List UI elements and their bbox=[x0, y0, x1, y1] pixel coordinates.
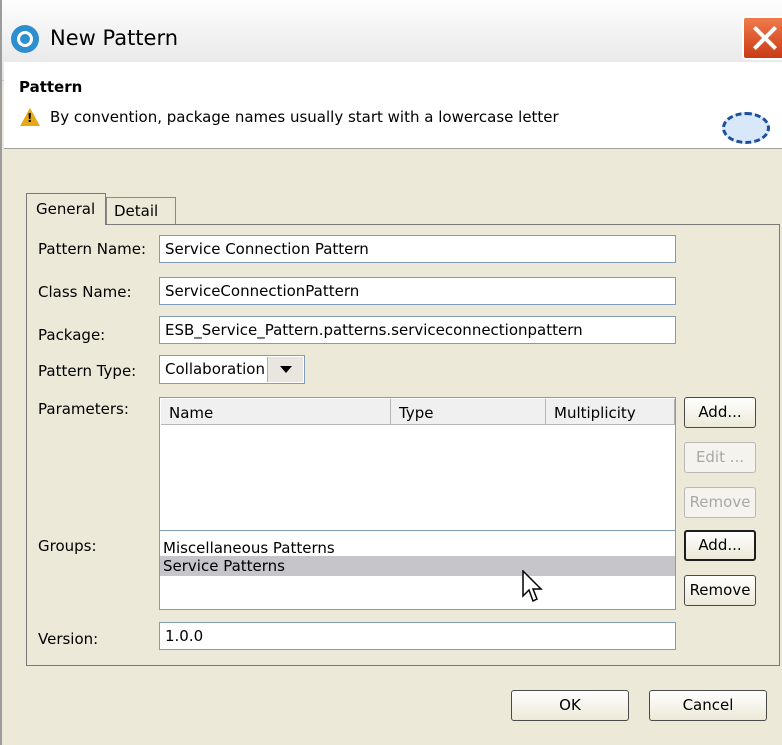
pattern-name-field[interactable]: Service Connection Pattern bbox=[159, 235, 676, 263]
params-edit-button[interactable]: Edit ... bbox=[684, 442, 756, 473]
parameters-label: Parameters: bbox=[38, 400, 129, 418]
class-name-field[interactable]: ServiceConnectionPattern bbox=[159, 277, 676, 305]
ok-button[interactable]: OK bbox=[511, 690, 629, 721]
dashed-ellipse-icon bbox=[722, 112, 770, 144]
banner-message: By convention, package names usually sta… bbox=[50, 108, 559, 126]
chevron-down-icon[interactable] bbox=[267, 357, 303, 382]
groups-remove-button[interactable]: Remove bbox=[684, 575, 756, 606]
groups-list[interactable]: Miscellaneous Patterns Service Patterns bbox=[159, 530, 676, 610]
tab-general[interactable]: General bbox=[26, 193, 106, 225]
close-icon[interactable] bbox=[742, 16, 782, 60]
class-name-label: Class Name: bbox=[38, 283, 132, 301]
cancel-button[interactable]: Cancel bbox=[649, 690, 767, 721]
list-item[interactable]: Miscellaneous Patterns bbox=[160, 538, 675, 558]
pattern-name-label: Pattern Name: bbox=[38, 240, 147, 258]
mouse-pointer-icon bbox=[522, 570, 543, 603]
banner bbox=[4, 62, 782, 149]
tab-detail-label: Detail bbox=[114, 202, 159, 220]
tab-general-label: General bbox=[36, 200, 96, 218]
pattern-type-value: Collaboration bbox=[165, 360, 265, 378]
tab-detail[interactable]: Detail bbox=[106, 197, 176, 224]
params-remove-button[interactable]: Remove bbox=[684, 487, 756, 518]
params-add-button[interactable]: Add... bbox=[684, 397, 756, 428]
package-label: Package: bbox=[38, 326, 106, 344]
version-label: Version: bbox=[38, 630, 99, 648]
column-header-multiplicity[interactable]: Multiplicity bbox=[546, 399, 675, 425]
eclipse-swirl-icon bbox=[11, 25, 39, 53]
pattern-type-select[interactable]: Collaboration bbox=[159, 355, 305, 384]
warning-icon bbox=[20, 108, 40, 126]
column-header-name[interactable]: Name bbox=[161, 399, 391, 425]
column-header-type[interactable]: Type bbox=[391, 399, 546, 425]
version-field[interactable]: 1.0.0 bbox=[159, 622, 676, 650]
groups-label: Groups: bbox=[38, 537, 97, 555]
pattern-type-label: Pattern Type: bbox=[38, 362, 137, 380]
parameters-table[interactable]: Name Type Multiplicity bbox=[159, 397, 676, 550]
new-pattern-dialog: New Pattern Pattern By convention, packa… bbox=[0, 0, 782, 745]
window-title: New Pattern bbox=[50, 26, 179, 50]
list-item[interactable]: Service Patterns bbox=[160, 556, 675, 576]
banner-title: Pattern bbox=[19, 78, 83, 96]
groups-add-button[interactable]: Add... bbox=[684, 530, 756, 561]
package-field[interactable]: ESB_Service_Pattern.patterns.serviceconn… bbox=[159, 316, 676, 344]
